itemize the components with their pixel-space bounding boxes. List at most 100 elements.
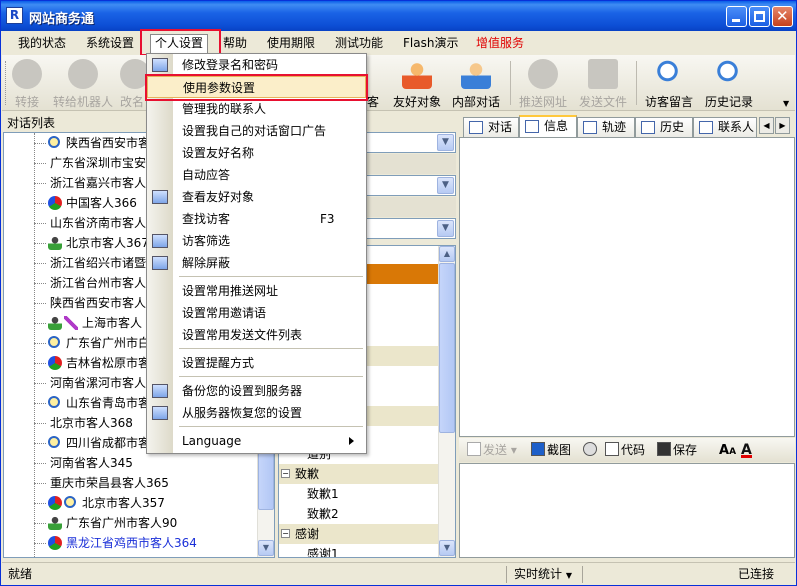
- tab-scroll-right-icon[interactable]: ▶: [775, 117, 790, 134]
- robot-icon: [68, 59, 98, 89]
- tree-item-apology-1[interactable]: 致歉1: [307, 484, 339, 504]
- conversation-row-label: 重庆市荣昌县客人365: [50, 476, 169, 490]
- transfer-icon: [12, 59, 42, 89]
- menu-item[interactable]: 查看友好对象: [147, 186, 366, 208]
- tree-branch: [34, 283, 46, 284]
- status-bar: 就绪 实时统计 ▼ 已连接: [2, 562, 795, 585]
- menu-item[interactable]: 自动应答: [147, 164, 366, 186]
- maximize-button[interactable]: [749, 6, 770, 27]
- menu-flash-demo[interactable]: Flash演示: [399, 35, 462, 52]
- message-input[interactable]: [459, 463, 795, 558]
- menu-item[interactable]: 管理我的联系人: [147, 98, 366, 120]
- menu-item[interactable]: 备份您的设置到服务器: [147, 380, 366, 402]
- transfer-to-robot-button[interactable]: 转给机器人: [50, 57, 116, 109]
- menu-item[interactable]: 设置常用发送文件列表: [147, 324, 366, 346]
- maximize-icon: [754, 11, 765, 22]
- scroll-up-button[interactable]: ▲: [439, 246, 455, 262]
- tree-branch: [34, 323, 46, 324]
- menu-item-label: 查看友好对象: [182, 190, 255, 204]
- menu-item[interactable]: 设置常用邀请语: [147, 302, 366, 324]
- collapse-icon[interactable]: −: [281, 469, 290, 478]
- code-button[interactable]: 代码: [605, 442, 645, 459]
- minimize-button[interactable]: [726, 6, 747, 27]
- tab-contacts[interactable]: 联系人: [693, 117, 757, 137]
- menu-item[interactable]: 设置我自己的对话窗口广告: [147, 120, 366, 142]
- menu-item-label: 设置常用发送文件列表: [182, 328, 303, 342]
- menu-item[interactable]: Language: [147, 430, 366, 452]
- font-style-button[interactable]: AA: [719, 442, 736, 459]
- send-button[interactable]: 发送 ▾: [467, 442, 517, 459]
- tab-history[interactable]: 历史: [635, 117, 693, 137]
- row-status-icons: [48, 336, 62, 350]
- row-status-icons: [48, 196, 64, 210]
- info-panel[interactable]: [459, 137, 795, 437]
- visitor-messages-button[interactable]: 访客留言: [642, 57, 696, 109]
- toolbar-overflow-icon[interactable]: ▼: [783, 99, 789, 108]
- screenshot-button[interactable]: 截图: [531, 442, 571, 459]
- menu-item[interactable]: 访客筛选: [147, 230, 366, 252]
- collapse-icon[interactable]: −: [281, 529, 290, 538]
- item-highlight-annotation: [145, 74, 368, 101]
- emoticon-button[interactable]: [583, 442, 599, 459]
- close-button[interactable]: ✕: [772, 6, 793, 27]
- menu-item[interactable]: 设置常用推送网址: [147, 280, 366, 302]
- quick-reply-scrollbar[interactable]: ▲ ▼: [438, 246, 455, 557]
- font-size-glyph: A: [729, 447, 737, 457]
- friendly-objects-button[interactable]: 友好对象: [390, 57, 444, 109]
- send-icon: [467, 442, 481, 456]
- tree-branch: [34, 503, 46, 504]
- row-status-icons: [48, 496, 78, 510]
- row-status-icons: [48, 436, 62, 450]
- menu-usage-period[interactable]: 使用期限: [263, 35, 319, 52]
- save-icon: [657, 442, 671, 456]
- tab-conversation[interactable]: 对话: [463, 117, 519, 137]
- tab-scroll-left-icon[interactable]: ◀: [759, 117, 774, 134]
- font-color-button[interactable]: A: [741, 442, 752, 458]
- rename-button[interactable]: 改名: [120, 57, 148, 109]
- realtime-stats-dropdown[interactable]: 实时统计 ▼: [514, 566, 572, 583]
- tree-category-apology[interactable]: − 致歉: [279, 464, 439, 484]
- toolbar-grip[interactable]: [5, 61, 8, 105]
- menu-item[interactable]: 设置友好名称: [147, 142, 366, 164]
- push-url-button[interactable]: 推送网址: [516, 57, 570, 109]
- backup-icon: [152, 384, 168, 398]
- menu-my-status[interactable]: 我的状态: [14, 35, 70, 52]
- submenu-arrow-icon: [349, 437, 354, 445]
- tree-item-apology-2[interactable]: 致歉2: [307, 504, 339, 524]
- transfer-button[interactable]: 转接: [10, 57, 44, 109]
- menu-item-label: 管理我的联系人: [182, 102, 267, 116]
- history-button[interactable]: 历史记录: [702, 57, 756, 109]
- internal-chat-button[interactable]: 内部对话: [448, 57, 504, 109]
- tree-branch: [34, 423, 46, 424]
- tab-track[interactable]: 轨迹: [577, 117, 635, 137]
- conversation-row-label: 北京市客人367: [66, 236, 149, 250]
- menu-item[interactable]: 解除屏蔽: [147, 252, 366, 274]
- send-file-button[interactable]: 发送文件: [576, 57, 630, 109]
- menu-test-features[interactable]: 测试功能: [331, 35, 387, 52]
- scroll-down-button[interactable]: ▼: [439, 540, 455, 556]
- tree-branch: [34, 243, 46, 244]
- unblock-icon: [152, 256, 168, 270]
- title-bar[interactable]: R 网站商务通 ✕: [1, 1, 796, 31]
- menu-item-label: 自动应答: [182, 168, 231, 182]
- menu-value-added-services[interactable]: 增值服务: [472, 35, 528, 52]
- conversation-row-label: 四川省成都市客: [66, 436, 151, 450]
- tree-branch: [34, 463, 46, 464]
- menu-item[interactable]: 设置提醒方式: [147, 352, 366, 374]
- menu-item[interactable]: 从服务器恢复您的设置: [147, 402, 366, 424]
- menu-item-label: 查找访客: [182, 212, 231, 226]
- save-button[interactable]: 保存: [657, 442, 697, 459]
- search-icon: [64, 496, 76, 508]
- conversation-row-label: 广东省深圳市宝安: [50, 156, 147, 170]
- tree-category-thanks[interactable]: − 感谢: [279, 524, 439, 544]
- tree-item-thanks-1[interactable]: 感谢1: [307, 544, 339, 557]
- tab-info[interactable]: 信息: [519, 115, 577, 138]
- tab-conversation-icon: [469, 121, 483, 134]
- scroll-thumb[interactable]: [439, 263, 455, 433]
- menu-system-settings[interactable]: 系统设置: [82, 35, 138, 52]
- menu-item[interactable]: 查找访客 F3: [147, 208, 366, 230]
- scroll-down-button[interactable]: ▼: [258, 540, 274, 556]
- menu-help[interactable]: 帮助: [219, 35, 251, 52]
- menu-item[interactable]: 修改登录名和密码: [147, 54, 366, 76]
- status-separator: [582, 566, 583, 583]
